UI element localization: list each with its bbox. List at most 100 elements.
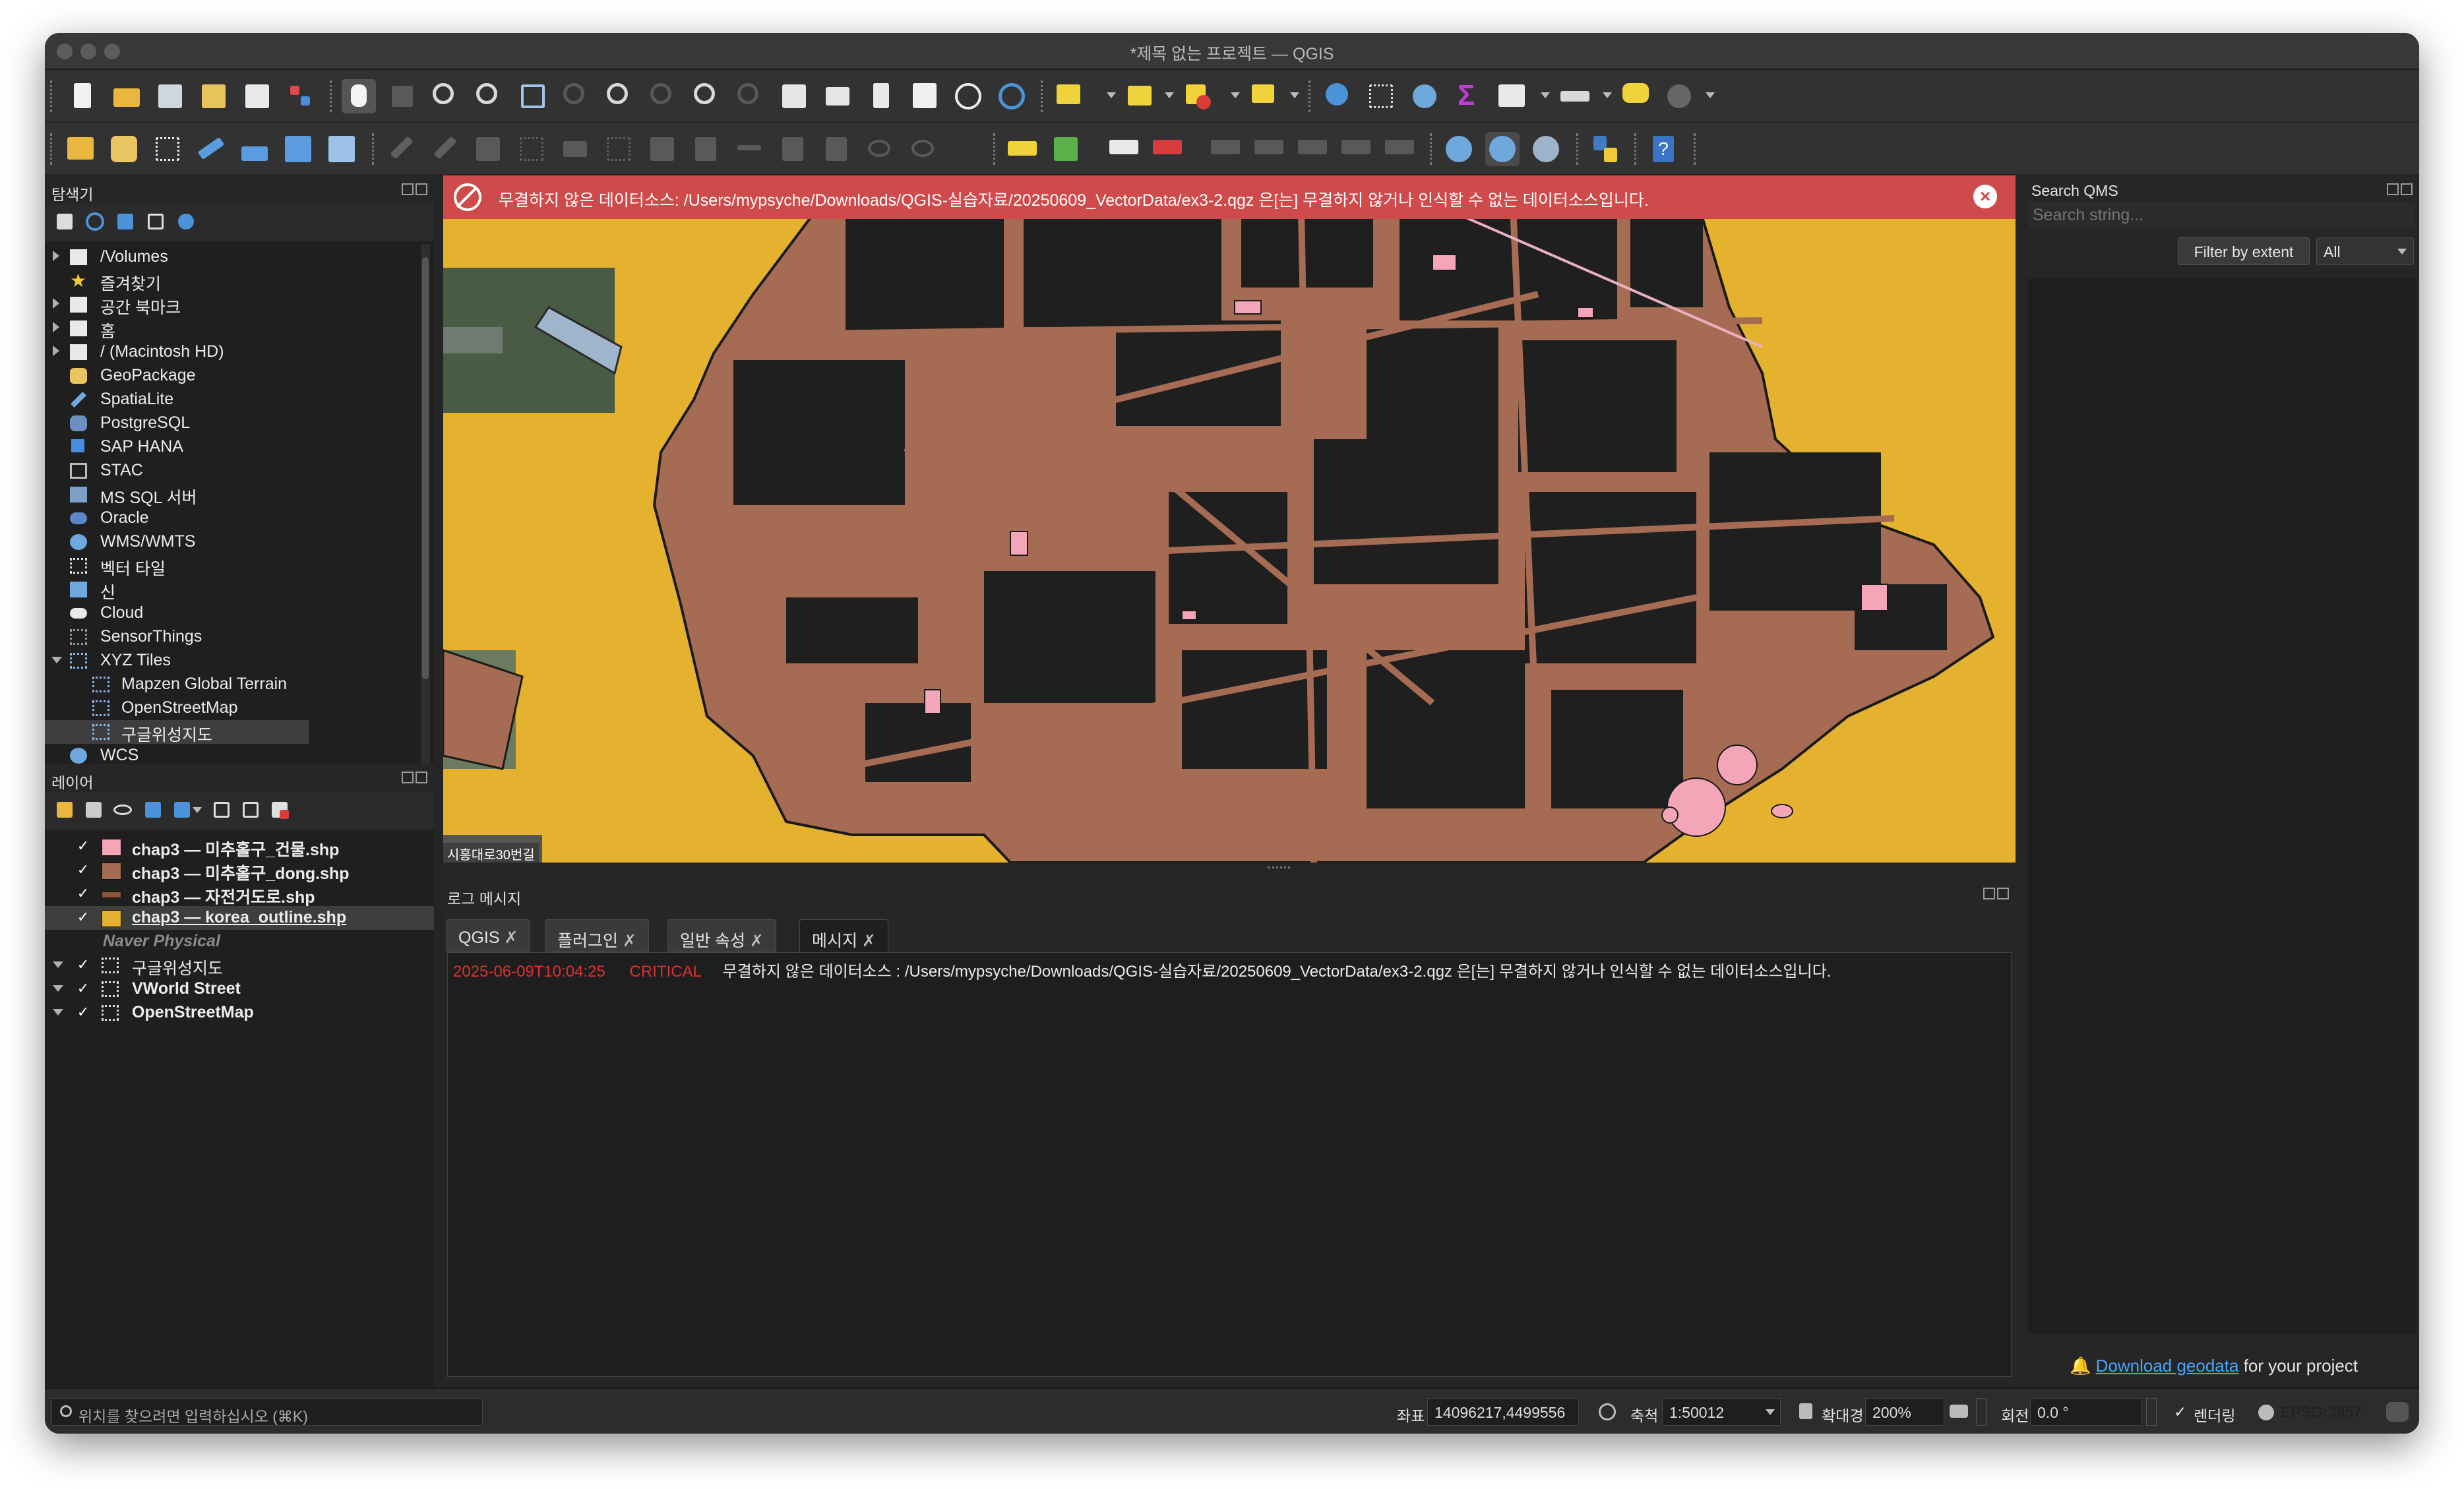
browser-item-sap-hana[interactable]: SAP HANA — [45, 435, 434, 459]
refresh-icon[interactable] — [82, 208, 108, 235]
add-wms-layer-icon[interactable] — [281, 132, 315, 166]
layer-checkbox[interactable]: ✓ — [75, 838, 91, 854]
layer-row-selected[interactable]: ✓ chap3 — korea_outline.shp — [45, 906, 434, 930]
browser-item-favorites[interactable]: ★ 즐겨찾기 — [45, 269, 434, 294]
toolbar-grip[interactable] — [1576, 133, 1582, 165]
panel-buttons[interactable] — [2385, 183, 2414, 198]
chevron-down-icon[interactable] — [53, 985, 63, 992]
browser-item-sensorthings[interactable]: SensorThings — [45, 625, 434, 649]
panel-buttons[interactable] — [1981, 888, 2010, 902]
zoom-in-icon[interactable] — [429, 79, 463, 113]
lock-scale-icon[interactable] — [1799, 1403, 1812, 1419]
crs-globe-icon[interactable] — [2258, 1405, 2274, 1420]
manage-visibility-eye-icon[interactable] — [111, 798, 135, 822]
zoom-last-icon[interactable] — [690, 79, 724, 113]
toolbar-grip[interactable] — [1694, 133, 1699, 165]
qms-settings-icon[interactable] — [1529, 132, 1563, 166]
temporal-controller-icon[interactable] — [951, 79, 985, 113]
pan-hand-icon[interactable] — [342, 79, 376, 113]
browser-item-openstreetmap[interactable]: OpenStreetMap — [45, 696, 434, 720]
select-by-value-icon[interactable] — [1124, 79, 1158, 113]
toolbar-grip[interactable] — [993, 133, 999, 165]
layer-checkbox[interactable]: ✓ — [75, 981, 91, 996]
deselect-features-icon[interactable] — [1182, 79, 1216, 113]
collapse-all-icon[interactable] — [239, 798, 262, 822]
chevron-down-icon[interactable] — [51, 657, 62, 663]
chevron-down-icon[interactable] — [1290, 92, 1299, 98]
chevron-down-icon[interactable] — [53, 961, 63, 968]
toolbar-grip[interactable] — [1430, 133, 1435, 165]
add-vector-tile-icon[interactable] — [324, 132, 359, 166]
data-source-manager-icon[interactable] — [63, 132, 98, 166]
toolbar-grip[interactable] — [330, 80, 335, 112]
log-entry[interactable]: 2025-06-09T10:04:25 CRITICAL 무결하지 않은 데이터… — [453, 958, 1831, 981]
chevron-down-icon[interactable] — [53, 1009, 63, 1016]
add-selected-icon[interactable] — [51, 208, 78, 235]
layer-row[interactable]: Naver Physical — [45, 930, 434, 954]
panel-buttons[interactable] — [400, 183, 429, 198]
browser-item-postgresql[interactable]: PostgreSQL — [45, 411, 434, 435]
chevron-down-icon[interactable] — [193, 807, 202, 813]
digitize-icon[interactable] — [194, 132, 228, 166]
chevron-down-icon[interactable] — [1603, 92, 1612, 98]
new-map-view-icon[interactable] — [777, 79, 811, 113]
layer-checkbox[interactable]: ✓ — [75, 1004, 91, 1020]
filter-expression-icon[interactable] — [170, 798, 194, 822]
collapse-all-icon[interactable] — [142, 208, 169, 235]
print-layout-icon[interactable] — [240, 79, 274, 113]
chevron-down-icon[interactable] — [1165, 92, 1174, 98]
layer-checkbox[interactable]: ✓ — [75, 862, 91, 878]
add-raster-layer-icon[interactable] — [237, 132, 272, 166]
label-toolbar-icon[interactable] — [1005, 132, 1039, 166]
coordinate-field[interactable]: 14096217,4499556 — [1427, 1398, 1579, 1426]
layer-row[interactable]: ✓ 구글위성지도 — [45, 954, 434, 978]
toolbar-grip[interactable] — [1634, 133, 1640, 165]
new-geopackage-icon[interactable] — [107, 132, 141, 166]
layer-row[interactable]: ✓ chap3 — 자전거도로.shp — [45, 882, 434, 907]
splitter-grip[interactable] — [1268, 866, 1290, 870]
tab-messages[interactable]: 메시지 ✗ — [799, 919, 888, 952]
info-icon[interactable] — [173, 208, 199, 235]
browser-item-xyz-tiles[interactable]: XYZ Tiles — [45, 649, 434, 673]
tab-qgis[interactable]: QGIS ✗ — [446, 919, 531, 952]
diagram-icon[interactable] — [1049, 132, 1083, 166]
browser-item-wms-wmts[interactable]: WMS/WMTS — [45, 530, 434, 554]
layer-checkbox[interactable]: ✓ — [75, 886, 91, 901]
save-project-icon[interactable] — [153, 79, 187, 113]
tab-plugins[interactable]: 플러그인 ✗ — [545, 919, 649, 952]
add-group-icon[interactable] — [82, 798, 106, 822]
filter-by-extent-button[interactable]: Filter by extent — [2178, 237, 2310, 265]
open-table-icon[interactable] — [1494, 79, 1529, 113]
zoom-out-icon[interactable] — [472, 79, 507, 113]
browser-item-geopackage[interactable]: GeoPackage — [45, 364, 434, 388]
toolbar-grip[interactable] — [50, 133, 55, 165]
remove-layer-icon[interactable] — [268, 798, 292, 822]
browser-item-cloud[interactable]: Cloud — [45, 601, 434, 625]
chevron-down-icon[interactable] — [1706, 92, 1715, 98]
toolbar-grip[interactable] — [372, 133, 377, 165]
map-tips-icon[interactable] — [1618, 79, 1653, 113]
layer-row[interactable]: ✓ OpenStreetMap — [45, 1001, 434, 1025]
new-3d-map-view-icon[interactable] — [820, 79, 855, 113]
map-canvas[interactable]: 시흥대로30번길 — [443, 175, 2016, 863]
zoom-to-layer-icon[interactable] — [603, 79, 637, 113]
crs-label[interactable]: EPSG:3857 — [2281, 1403, 2362, 1421]
browser-item-mapzen[interactable]: Mapzen Global Terrain — [45, 673, 434, 696]
quickmapservices-icon[interactable] — [1442, 132, 1476, 166]
identify-features-icon[interactable] — [1320, 79, 1355, 113]
browser-item-mssql[interactable]: MS SQL 서버 — [45, 483, 434, 507]
browser-item-stac[interactable]: STAC — [45, 459, 434, 483]
chevron-down-icon[interactable] — [1541, 92, 1550, 98]
chevron-right-icon[interactable] — [53, 346, 59, 356]
style-manager-icon[interactable] — [284, 79, 318, 113]
qms-search-icon[interactable] — [1485, 132, 1520, 166]
open-project-icon[interactable] — [109, 79, 144, 113]
scale-combo[interactable]: 1:50012 — [1662, 1398, 1781, 1426]
toolbar-grip[interactable] — [50, 80, 55, 112]
layer-row[interactable]: ✓ chap3 — 미추홀구_dong.shp — [45, 859, 434, 884]
new-project-icon[interactable] — [66, 79, 100, 113]
browser-item-home[interactable]: 홈 — [45, 317, 434, 341]
browser-item-volumes[interactable]: /Volumes — [45, 245, 434, 269]
browser-item-macintosh-hd[interactable]: / (Macintosh HD) — [45, 340, 434, 364]
qms-search-input[interactable] — [2029, 202, 2415, 228]
